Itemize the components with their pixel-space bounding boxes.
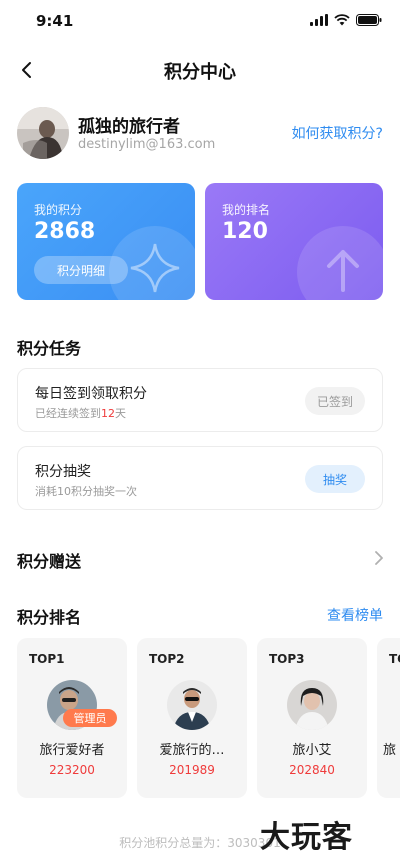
signal-icon	[310, 14, 328, 26]
rank-tag: TOP3	[269, 652, 305, 666]
checkin-task: 每日签到领取积分 已经连续签到12天 已签到	[17, 368, 383, 432]
my-points-card: 我的积分 2868 积分明细	[17, 183, 195, 300]
lottery-title: 积分抽奖	[35, 464, 91, 480]
avatar	[167, 680, 217, 730]
rank-name: 爱旅行的…	[159, 743, 225, 758]
how-to-earn-link[interactable]: 如何获取积分?	[292, 123, 383, 143]
points-gift-row[interactable]: 积分赠送	[0, 540, 400, 576]
ranking-section-title: 积分排名	[17, 608, 82, 627]
checkin-subtitle: 已经连续签到12天	[35, 407, 126, 420]
status-time: 9:41	[36, 12, 74, 30]
checked-in-button[interactable]: 已签到	[305, 387, 365, 415]
rank-tag: TOP2	[149, 652, 185, 666]
lottery-subtitle: 消耗10积分抽奖一次	[35, 485, 137, 498]
avatar	[287, 680, 337, 730]
checkin-title: 每日签到领取积分	[35, 386, 147, 402]
rank-name: 旅行爱好者	[39, 743, 105, 758]
my-rank-card: 我的排名 120	[205, 183, 383, 300]
rank-name: 旅	[383, 743, 397, 758]
ranking-card[interactable]: TOP3 旅小艾 202840	[257, 638, 367, 798]
my-points-value: 2868	[34, 219, 96, 244]
my-points-label: 我的积分	[34, 203, 83, 217]
user-profile: 孤独的旅行者 destinylim@163.com 如何获取积分?	[17, 107, 383, 159]
lottery-button[interactable]: 抽奖	[305, 465, 365, 493]
avatar[interactable]	[17, 107, 69, 159]
status-bar: 9:41	[0, 0, 400, 44]
wifi-icon	[334, 14, 350, 26]
user-email: destinylim@163.com	[78, 137, 216, 152]
nav-bar: 积分中心	[0, 48, 400, 92]
rank-score: 202840	[289, 763, 335, 777]
page-title: 积分中心	[164, 62, 236, 83]
ranking-card[interactable]: TOP2 爱旅行的… 201989	[137, 638, 247, 798]
tasks-section-title: 积分任务	[17, 339, 82, 358]
view-ranking-link[interactable]: 查看榜单	[327, 605, 383, 625]
watermark-logo: 大玩客	[260, 820, 353, 855]
rank-name: 旅小艾	[292, 743, 332, 758]
battery-icon	[356, 14, 382, 26]
lottery-task: 积分抽奖 消耗10积分抽奖一次 抽奖	[17, 446, 383, 510]
points-detail-button[interactable]: 积分明细	[34, 256, 128, 284]
checkin-days: 12	[101, 407, 115, 420]
ranking-card[interactable]: TO 旅	[377, 638, 400, 798]
admin-badge: 管理员	[63, 709, 117, 727]
gift-section-title: 积分赠送	[17, 552, 82, 571]
chevron-right-icon	[375, 551, 383, 565]
arrow-up-icon	[297, 226, 383, 300]
user-name: 孤独的旅行者	[78, 117, 180, 137]
my-rank-value: 120	[222, 219, 268, 244]
rank-score: 201989	[169, 763, 215, 777]
status-icons	[310, 14, 382, 26]
ranking-card[interactable]: TOP1 管理员 旅行爱好者 223200	[17, 638, 127, 798]
my-rank-label: 我的排名	[222, 203, 271, 217]
ranking-header: 积分排名 查看榜单	[0, 600, 400, 630]
rank-tag: TO	[389, 652, 400, 666]
rank-tag: TOP1	[29, 652, 65, 666]
rank-score: 223200	[49, 763, 95, 777]
